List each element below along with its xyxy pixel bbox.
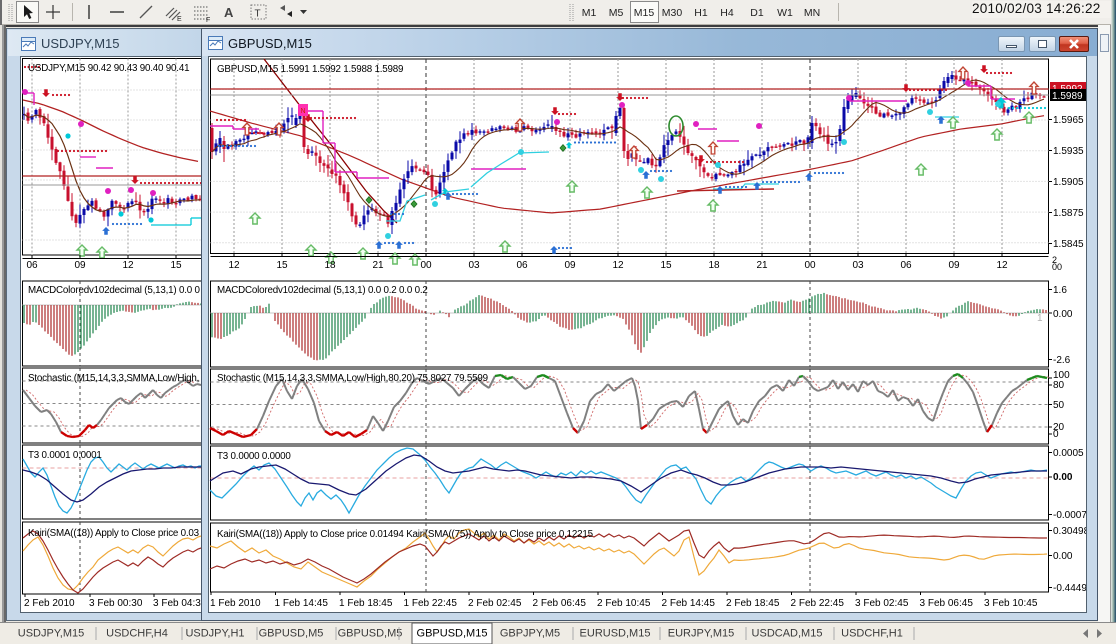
- svg-text:09: 09: [74, 260, 86, 271]
- svg-text:N: N: [300, 108, 305, 115]
- svg-text:USDCHF,H1: USDCHF,H1: [841, 628, 903, 640]
- svg-text:W1: W1: [777, 7, 793, 19]
- svg-text:D1: D1: [750, 7, 764, 19]
- svg-text:F: F: [206, 17, 210, 24]
- svg-text:GBPUSD,M15 1.5991 1.5992 1.59: GBPUSD,M15 1.5991 1.5992 1.5988 1.5989: [217, 64, 403, 75]
- svg-text:1.5845: 1.5845: [1053, 239, 1084, 250]
- svg-text:18: 18: [708, 260, 720, 271]
- svg-text:GBPUSD,M5: GBPUSD,M5: [338, 628, 403, 640]
- svg-text:1.5875: 1.5875: [1053, 208, 1084, 219]
- svg-text:12: 12: [612, 260, 624, 271]
- svg-text:USDJPY,M15: USDJPY,M15: [18, 628, 84, 640]
- svg-text:3 Feb 04:30: 3 Feb 04:30: [153, 598, 202, 609]
- svg-text:USDCAD,M15: USDCAD,M15: [752, 628, 823, 640]
- svg-text:80: 80: [1053, 380, 1065, 391]
- svg-text:T: T: [255, 9, 261, 20]
- svg-text:Kairi(SMA((18)) Apply to Close: Kairi(SMA((18)) Apply to Close price 0.0…: [217, 529, 594, 540]
- svg-text:M15: M15: [634, 7, 655, 19]
- svg-text:15: 15: [660, 260, 672, 271]
- svg-text:2 Feb 22:45: 2 Feb 22:45: [791, 598, 845, 609]
- svg-text:H4: H4: [720, 7, 734, 19]
- svg-text:M5: M5: [609, 7, 624, 19]
- svg-text:21: 21: [372, 260, 384, 271]
- svg-text:3 Feb 00:30: 3 Feb 00:30: [89, 598, 143, 609]
- svg-text:-2.6: -2.6: [1053, 355, 1071, 366]
- svg-text:12: 12: [996, 260, 1008, 271]
- svg-text:12: 12: [122, 260, 134, 271]
- svg-text:Stochastic (M15,14,3,3,SMMA,Lo: Stochastic (M15,14,3,3,SMMA,Low/High,80,…: [217, 373, 488, 384]
- svg-text:GBPJPY,M5: GBPJPY,M5: [500, 628, 560, 640]
- svg-text:A: A: [224, 5, 234, 20]
- svg-text:USDCHF,H4: USDCHF,H4: [106, 628, 168, 640]
- svg-text:USDJPY,H1: USDJPY,H1: [185, 628, 244, 640]
- svg-text:0.00: 0.00: [1053, 551, 1073, 562]
- svg-text:0.0005: 0.0005: [1053, 448, 1084, 459]
- svg-text:-0.44498: -0.44498: [1053, 583, 1086, 594]
- svg-text:1.5935: 1.5935: [1053, 146, 1084, 157]
- svg-text:50: 50: [1053, 400, 1065, 411]
- svg-text:1 Feb 18:45: 1 Feb 18:45: [339, 598, 393, 609]
- svg-text:03: 03: [468, 260, 480, 271]
- svg-text:0.00: 0.00: [1053, 309, 1073, 320]
- svg-text:1: 1: [1037, 313, 1043, 324]
- svg-text:E: E: [177, 16, 182, 23]
- svg-text:0.30498: 0.30498: [1053, 526, 1086, 537]
- svg-text:2 Feb 02:45: 2 Feb 02:45: [468, 598, 522, 609]
- svg-text:-0.0007: -0.0007: [1053, 510, 1086, 521]
- svg-text:15: 15: [276, 260, 288, 271]
- svg-text:2 Feb 14:45: 2 Feb 14:45: [662, 598, 716, 609]
- svg-text:03: 03: [852, 260, 864, 271]
- svg-text:18: 18: [324, 260, 336, 271]
- svg-text:1 Feb 2010: 1 Feb 2010: [210, 598, 261, 609]
- svg-text:06: 06: [516, 260, 528, 271]
- svg-text:06: 06: [900, 260, 912, 271]
- svg-text:00: 00: [1052, 262, 1062, 272]
- svg-text:Stochastic (M15,14,3,3,SMMA,Lo: Stochastic (M15,14,3,3,SMMA,Low/High,: [28, 373, 199, 384]
- svg-text:1.6: 1.6: [1053, 285, 1067, 296]
- svg-text:0.00: 0.00: [1053, 472, 1073, 483]
- svg-text:MN: MN: [804, 7, 820, 19]
- svg-text:GBPUSD,M15: GBPUSD,M15: [417, 628, 488, 640]
- svg-text:00: 00: [804, 260, 816, 271]
- svg-text:M30: M30: [662, 7, 683, 19]
- svg-text:M1: M1: [582, 7, 597, 19]
- svg-text:2 Feb 10:45: 2 Feb 10:45: [597, 598, 651, 609]
- svg-text:1 Feb 22:45: 1 Feb 22:45: [404, 598, 458, 609]
- svg-text:3 Feb 02:45: 3 Feb 02:45: [855, 598, 909, 609]
- svg-text:T3 0.0000 0.0000: T3 0.0000 0.0000: [217, 451, 291, 462]
- svg-text:MACDColoredv102decimal (5,13,1: MACDColoredv102decimal (5,13,1) 0.0 0.2 …: [217, 285, 428, 296]
- svg-text:H1: H1: [694, 7, 708, 19]
- svg-text:1.5965: 1.5965: [1053, 115, 1084, 126]
- svg-text:T3 0.0001 0.0001: T3 0.0001 0.0001: [28, 450, 102, 461]
- svg-text:1 Feb 14:45: 1 Feb 14:45: [275, 598, 329, 609]
- svg-text:EURUSD,M15: EURUSD,M15: [580, 628, 651, 640]
- svg-text:2 Feb 18:45: 2 Feb 18:45: [726, 598, 780, 609]
- svg-text:EURJPY,M15: EURJPY,M15: [668, 628, 734, 640]
- svg-text:09: 09: [948, 260, 960, 271]
- svg-text:2 Feb 2010: 2 Feb 2010: [24, 598, 75, 609]
- svg-text:GBPUSD,M5: GBPUSD,M5: [259, 628, 324, 640]
- svg-text:2 Feb 06:45: 2 Feb 06:45: [533, 598, 587, 609]
- svg-text:3 Feb 06:45: 3 Feb 06:45: [920, 598, 974, 609]
- svg-text:09: 09: [564, 260, 576, 271]
- svg-text:3 Feb 10:45: 3 Feb 10:45: [984, 598, 1038, 609]
- svg-text:1.5989: 1.5989: [1052, 91, 1083, 102]
- svg-text:MACDColoredv102decimal (5,13,1: MACDColoredv102decimal (5,13,1) 0.0 0: [28, 285, 201, 296]
- svg-text:USDJPY,M15 90.42 90.43 90.40: USDJPY,M15 90.42 90.43 90.40 90.41: [28, 63, 189, 74]
- svg-text:12: 12: [228, 260, 240, 271]
- svg-text:15: 15: [170, 260, 182, 271]
- svg-text:0: 0: [1053, 429, 1059, 440]
- svg-text:1.5905: 1.5905: [1053, 177, 1084, 188]
- svg-text:00: 00: [420, 260, 432, 271]
- svg-text:Kairi(SMA((18)) Apply to Close: Kairi(SMA((18)) Apply to Close price 0.0…: [28, 528, 200, 539]
- svg-text:21: 21: [756, 260, 768, 271]
- svg-text:06: 06: [26, 260, 38, 271]
